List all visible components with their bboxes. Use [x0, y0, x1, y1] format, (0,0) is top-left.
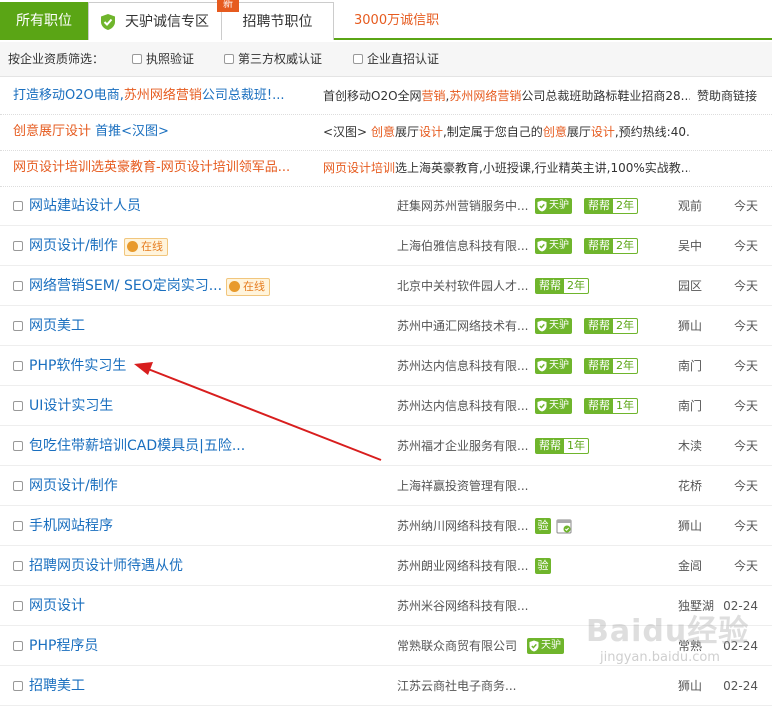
annotation-arrow	[134, 362, 382, 461]
new-badge: 新	[217, 0, 239, 12]
